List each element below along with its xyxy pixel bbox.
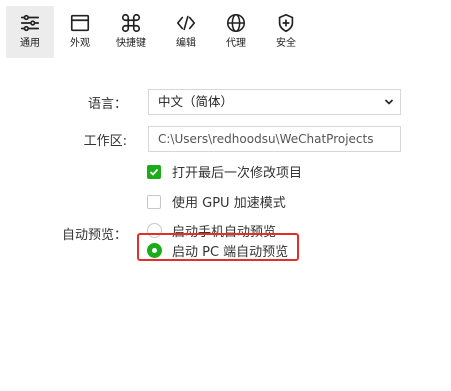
preview-mobile-radio[interactable] (147, 223, 162, 238)
gpu-checkbox[interactable] (147, 194, 161, 209)
tab-editor-label: 编辑 (176, 38, 196, 49)
workspace-label: 工作区: (83, 134, 127, 149)
tab-proxy-label: 代理 (226, 38, 246, 49)
preview-pc-option[interactable]: 启动 PC 端自动预览 (147, 241, 288, 260)
workspace-path-input[interactable]: C:\Users\redhoodsu\WeChatProjects (148, 126, 401, 152)
tab-shortcuts-label: 快捷键 (116, 38, 146, 49)
code-icon (176, 15, 196, 31)
preview-pc-radio[interactable] (147, 243, 162, 258)
preview-mobile-option[interactable]: 启动手机自动预览 (147, 221, 276, 240)
checkmark-icon (149, 168, 159, 176)
tab-shortcuts[interactable]: 快捷键 (107, 6, 155, 58)
language-label: 语言： (87, 97, 127, 112)
preview-mobile-label: 启动手机自动预览 (172, 225, 277, 240)
gpu-label: 使用 GPU 加速模式 (172, 196, 286, 211)
tab-proxy[interactable]: 代理 (212, 6, 260, 58)
window-icon (70, 14, 90, 32)
shield-icon (278, 13, 294, 33)
sliders-icon (20, 14, 40, 32)
command-key-icon (121, 13, 141, 33)
workspace-path-value: C:\Users\redhoodsu\WeChatProjects (158, 132, 374, 146)
tab-general[interactable]: 通用 (6, 6, 54, 58)
auto-preview-label: 自动预览： (61, 228, 127, 243)
tab-general-label: 通用 (20, 38, 40, 49)
open-recent-checkbox[interactable] (147, 164, 161, 179)
chevron-down-icon (384, 99, 394, 105)
language-select[interactable]: 中文（简体） (148, 89, 401, 115)
language-select-value: 中文（简体） (158, 94, 234, 109)
tab-editor[interactable]: 编辑 (162, 6, 210, 58)
tab-security-label: 安全 (276, 38, 296, 49)
open-recent-option[interactable]: 打开最后一次修改项目 (147, 162, 302, 181)
tab-appearance-label: 外观 (70, 38, 90, 49)
open-recent-label: 打开最后一次修改项目 (172, 166, 303, 181)
tab-security[interactable]: 安全 (262, 6, 310, 58)
globe-icon (226, 13, 246, 33)
tab-appearance[interactable]: 外观 (56, 6, 104, 58)
gpu-option[interactable]: 使用 GPU 加速模式 (147, 192, 286, 211)
settings-toolbar: 通用 外观 快捷键 编辑 代理 安全 (0, 0, 451, 60)
preview-pc-label: 启动 PC 端自动预览 (172, 245, 289, 260)
